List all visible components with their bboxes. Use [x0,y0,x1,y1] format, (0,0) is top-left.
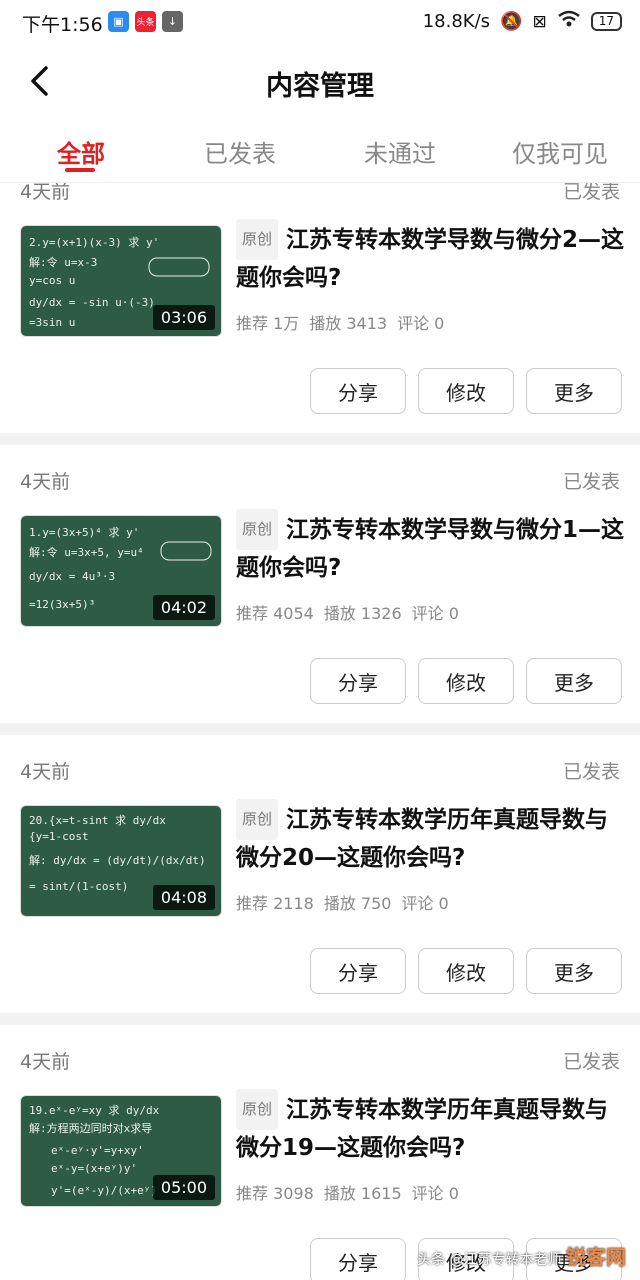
share-button[interactable]: 分享 [310,658,406,704]
download-icon: ↓ [162,11,183,32]
svg-text:y=cos u: y=cos u [29,274,75,287]
svg-text:19.eˣ-eʸ=xy 求 dy/dx: 19.eˣ-eʸ=xy 求 dy/dx [29,1104,160,1117]
svg-text:解:令 u=3x+5, y=u⁴: 解:令 u=3x+5, y=u⁴ [29,545,144,559]
video-thumbnail[interactable]: 2.y=(x+1)(x-3) 求 y' 解:令 u=x-3 y=cos u dy… [20,225,222,337]
post-stats: 推荐 1万 播放 3413 评论 0 [236,310,454,334]
svg-text:1.y=(3x+5)⁴ 求 y': 1.y=(3x+5)⁴ 求 y' [29,526,139,539]
post-date: 4天前 [20,761,71,783]
comment-count: 评论 0 [401,894,449,913]
toutiao-notification-icon: 头条 [135,11,156,32]
wifi-icon [557,10,581,33]
list-item: 4天前 已发表 1.y=(3x+5)⁴ 求 y' 解:令 u=3x+5, y=u… [0,445,640,735]
app-notification-icon: ▣ [108,11,129,32]
recommend-count: 推荐 2118 [236,894,314,913]
svg-text:=12(3x+5)³: =12(3x+5)³ [29,598,95,611]
post-stats: 推荐 4054 播放 1326 评论 0 [236,600,469,624]
edit-button[interactable]: 修改 [418,948,514,994]
svg-text:y'=(eˣ-y)/(x+eʸ): y'=(eˣ-y)/(x+eʸ) [51,1184,157,1197]
comment-count: 评论 0 [397,314,445,333]
video-duration: 04:08 [152,885,215,910]
share-button[interactable]: 分享 [310,1238,406,1280]
watermark-logo: 锐客网 [566,1245,626,1269]
svg-text:dy/dx = -sin u·(-3): dy/dx = -sin u·(-3) [29,296,155,309]
original-tag: 原创 [236,219,279,260]
status-bar: 下午1:56 ▣ 头条 ↓ 18.8K/s 🔕 ⊠ 17 [0,0,640,46]
divider [0,433,640,445]
notification-icons: ▣ 头条 ↓ [108,11,183,32]
original-tag: 原创 [236,799,279,840]
post-title[interactable]: 原创 江苏专转本数学历年真题导数与微分20—这题你会吗? [236,799,626,877]
content-list[interactable]: 4天前 已发表 2.y=(x+1)(x-3) 求 y' 解:令 u=x-3 y=… [0,183,640,1280]
tab-all[interactable]: 全部 [53,134,109,169]
original-tag: 原创 [236,509,279,550]
svg-text:dy/dx = 4u³·3: dy/dx = 4u³·3 [29,570,115,583]
video-duration: 04:02 [152,595,215,620]
sim-icon: ⊠ [532,11,547,32]
divider [0,1013,640,1025]
post-stats: 推荐 3098 播放 1615 评论 0 [236,1180,469,1204]
tab-bar: 全部 已发表 未通过 仅我可见 [0,126,640,183]
post-date: 4天前 [20,471,71,493]
recommend-count: 推荐 1万 [236,314,300,333]
play-count: 播放 750 [323,894,392,913]
comment-count: 评论 0 [411,1184,459,1203]
share-button[interactable]: 分享 [310,948,406,994]
svg-text:eˣ-eʸ·y'=y+xy': eˣ-eʸ·y'=y+xy' [51,1144,144,1157]
svg-text:eˣ-y=(x+eʸ)y': eˣ-y=(x+eʸ)y' [51,1162,137,1175]
video-duration: 03:06 [152,305,215,330]
video-duration: 05:00 [152,1175,215,1200]
status-time: 下午1:56 [22,14,103,36]
network-speed: 18.8K/s [422,11,491,32]
page-title: 内容管理 [266,71,374,102]
play-count: 播放 1615 [323,1184,402,1203]
post-stats: 推荐 2118 播放 750 评论 0 [236,890,459,914]
svg-text:{y=1-cost: {y=1-cost [29,830,89,843]
post-status: 已发表 [562,183,620,203]
comment-count: 评论 0 [411,604,459,623]
tab-rejected[interactable]: 未通过 [360,134,440,169]
list-item: 4天前 已发表 20.{x=t-sint 求 dy/dx {y=1-cost 解… [0,735,640,1025]
active-tab-indicator [65,168,95,172]
post-title[interactable]: 原创 江苏专转本数学导数与微分2—这题你会吗? [236,219,626,297]
play-count: 播放 3413 [309,314,388,333]
svg-text:解: dy/dx = (dy/dt)/(dx/dt): 解: dy/dx = (dy/dt)/(dx/dt) [29,853,206,867]
edit-button[interactable]: 修改 [418,368,514,414]
post-status: 已发表 [562,1051,620,1073]
mute-icon: 🔕 [500,11,523,32]
recommend-count: 推荐 3098 [236,1184,314,1203]
tab-published[interactable]: 已发表 [200,134,280,169]
post-title[interactable]: 原创 江苏专转本数学历年真题导数与微分19—这题你会吗? [236,1089,626,1167]
post-date: 4天前 [20,1051,71,1073]
svg-text:=3sin u: =3sin u [29,316,75,329]
svg-text:解:方程两边同时对x求导: 解:方程两边同时对x求导 [29,1121,152,1135]
post-status: 已发表 [562,761,620,783]
svg-text:2.y=(x+1)(x-3) 求 y': 2.y=(x+1)(x-3) 求 y' [29,236,159,249]
original-tag: 原创 [236,1089,279,1130]
svg-text:= sint/(1-cost): = sint/(1-cost) [29,880,128,893]
video-thumbnail[interactable]: 20.{x=t-sint 求 dy/dx {y=1-cost 解: dy/dx … [20,805,222,917]
recommend-count: 推荐 4054 [236,604,314,623]
svg-text:20.{x=t-sint 求 dy/dx: 20.{x=t-sint 求 dy/dx [29,814,166,827]
play-count: 播放 1326 [323,604,402,623]
svg-text:解:令 u=x-3: 解:令 u=x-3 [29,255,97,269]
battery-icon: 17 [590,12,622,31]
post-title[interactable]: 原创 江苏专转本数学导数与微分1—这题你会吗? [236,509,626,587]
list-item: 4天前 已发表 2.y=(x+1)(x-3) 求 y' 解:令 u=x-3 y=… [0,183,640,453]
edit-button[interactable]: 修改 [418,658,514,704]
watermark: 头条 @江苏专转本老师 锐客网 [417,1245,626,1269]
video-thumbnail[interactable]: 1.y=(3x+5)⁴ 求 y' 解:令 u=3x+5, y=u⁴ dy/dx … [20,515,222,627]
header: 内容管理 [0,46,640,118]
divider [0,723,640,735]
share-button[interactable]: 分享 [310,368,406,414]
post-date: 4天前 [20,183,71,203]
more-button[interactable]: 更多 [526,368,622,414]
tab-private[interactable]: 仅我可见 [508,134,612,169]
more-button[interactable]: 更多 [526,658,622,704]
video-thumbnail[interactable]: 19.eˣ-eʸ=xy 求 dy/dx 解:方程两边同时对x求导 eˣ-eʸ·y… [20,1095,222,1207]
more-button[interactable]: 更多 [526,948,622,994]
post-status: 已发表 [562,471,620,493]
